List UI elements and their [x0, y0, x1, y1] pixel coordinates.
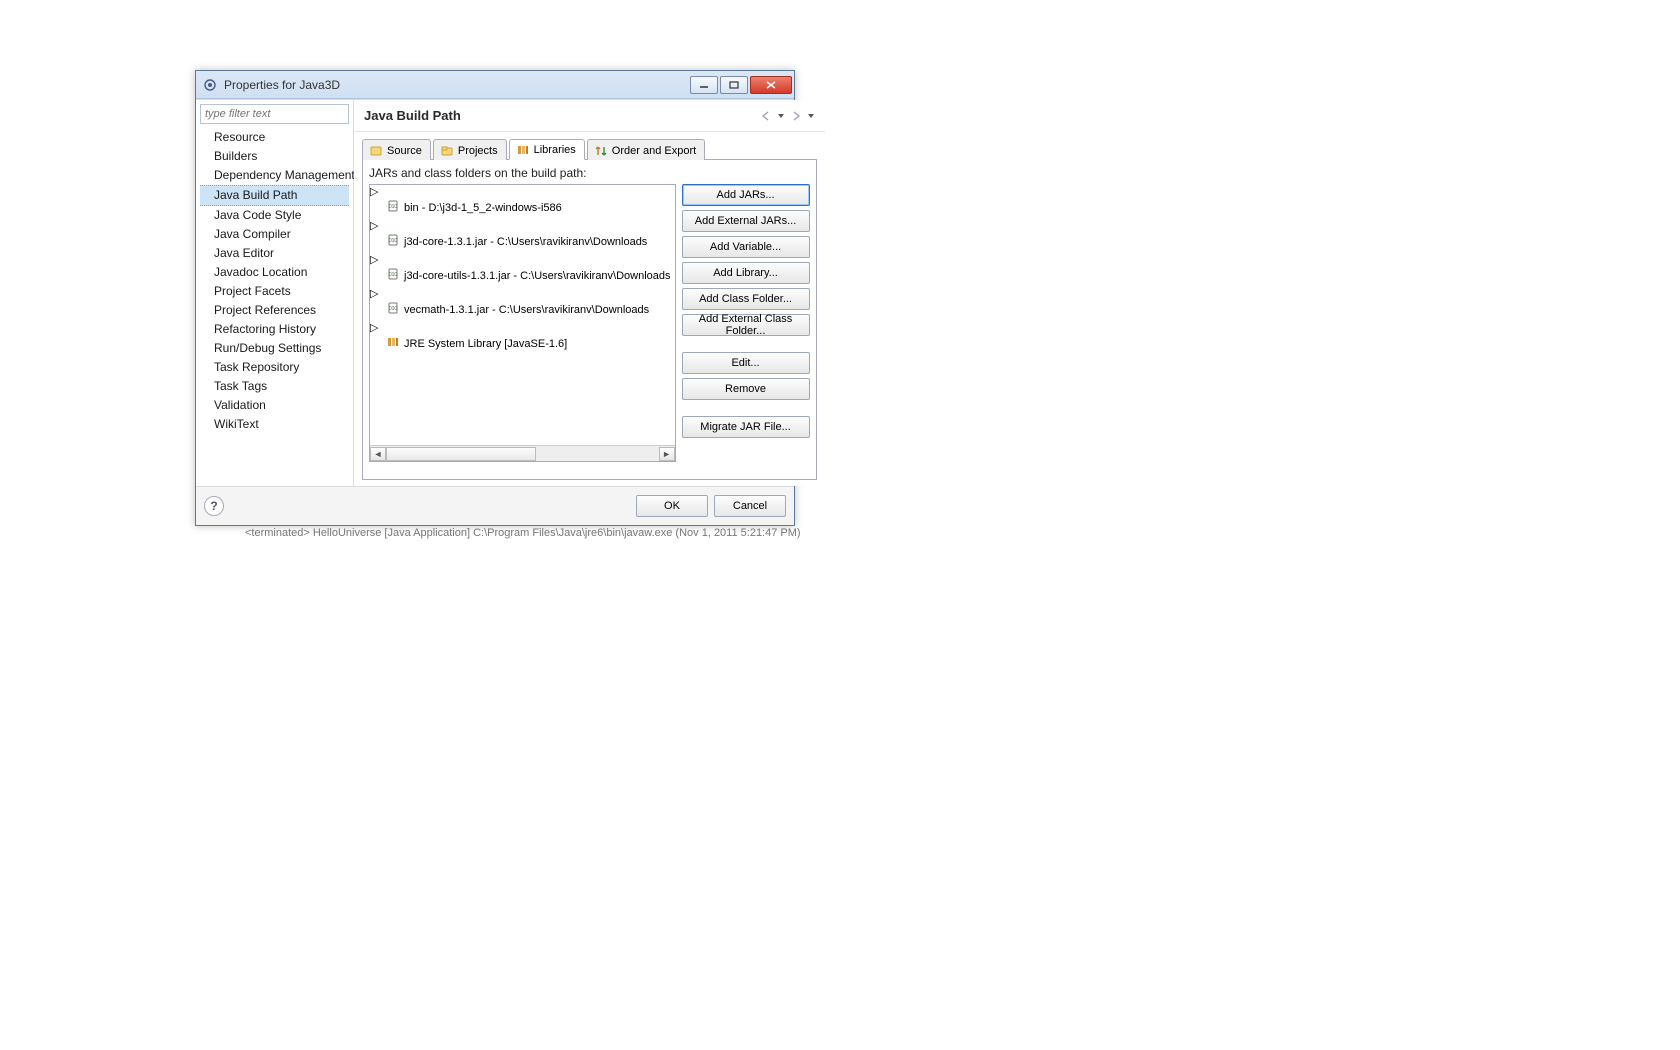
add-class-folder-button[interactable]: Add Class Folder... [682, 288, 810, 310]
page-title: Java Build Path [364, 108, 461, 123]
libraries-tab-body: JARs and class folders on the build path… [362, 160, 817, 480]
sidebar-item-project-references[interactable]: Project References [200, 301, 349, 320]
library-entry-label: j3d-core-1.3.1.jar - C:\Users\ravikiranv… [404, 235, 647, 250]
svg-text:010: 010 [389, 204, 398, 210]
expand-icon[interactable]: ▷ [370, 288, 378, 300]
sidebar-item-builders[interactable]: Builders [200, 147, 349, 166]
nav-arrows [759, 109, 815, 123]
add-external-class-folder-button[interactable]: Add External Class Folder... [682, 314, 810, 336]
tab-label: Source [387, 145, 422, 157]
tab-source[interactable]: Source [362, 139, 431, 160]
libraries-list[interactable]: ▷ 010 bin - D:\j3d-1_5_2-windows-i586 ▷ 010 j… [369, 184, 676, 462]
titlebar[interactable]: Properties for Java3D [196, 71, 794, 99]
library-entry[interactable]: 010 j3d-core-utils-1.3.1.jar - C:\Users\r… [370, 266, 675, 287]
sidebar-item-java-build-path[interactable]: Java Build Path [200, 185, 349, 206]
projects-icon [440, 144, 454, 158]
console-status: <terminated> HelloUniverse [Java Applica… [245, 527, 801, 539]
ok-button[interactable]: OK [636, 495, 708, 517]
list-label: JARs and class folders on the build path… [369, 166, 810, 180]
sidebar-item-validation[interactable]: Validation [200, 396, 349, 415]
main-header: Java Build Path [354, 100, 825, 132]
expand-icon[interactable]: ▷ [370, 254, 378, 266]
forward-icon[interactable] [789, 109, 803, 123]
scroll-thumb[interactable] [386, 447, 536, 461]
sidebar-item-refactoring-history[interactable]: Refactoring History [200, 320, 349, 339]
scroll-right-icon[interactable]: ► [659, 447, 675, 461]
window-controls [690, 76, 792, 94]
library-entry-label: j3d-core-utils-1.3.1.jar - C:\Users\ravi… [404, 269, 671, 284]
minimize-button[interactable] [690, 76, 718, 94]
remove-button[interactable]: Remove [682, 378, 810, 400]
libraries-icon [516, 143, 530, 157]
library-icon [386, 335, 400, 354]
window-title: Properties for Java3D [224, 78, 690, 92]
sidebar-item-dependency-management[interactable]: Dependency Management [200, 166, 349, 185]
expand-icon[interactable]: ▷ [370, 220, 378, 232]
library-entry[interactable]: 010 bin - D:\j3d-1_5_2-windows-i586 [370, 198, 675, 219]
migrate-jar-button[interactable]: Migrate JAR File... [682, 416, 810, 438]
tab-order-and-export[interactable]: Order and Export [587, 139, 705, 160]
tab-bar: Source Projects Libraries Order and Export [362, 138, 817, 160]
sidebar-item-javadoc-location[interactable]: Javadoc Location [200, 263, 349, 282]
jar-icon: 010 [386, 233, 400, 252]
sidebar-item-wikitext[interactable]: WikiText [200, 415, 349, 434]
cancel-button[interactable]: Cancel [714, 495, 786, 517]
sidebar-item-task-tags[interactable]: Task Tags [200, 377, 349, 396]
library-entry[interactable]: 010 vecmath-1.3.1.jar - C:\Users\ravikira… [370, 300, 675, 321]
tab-projects[interactable]: Projects [433, 139, 507, 160]
dialog-body: ResourceBuildersDependency ManagementJav… [196, 99, 794, 486]
maximize-button[interactable] [720, 76, 748, 94]
sidebar-item-java-code-style[interactable]: Java Code Style [200, 206, 349, 225]
scroll-track[interactable] [386, 447, 659, 461]
add-external-jars-button[interactable]: Add External JARs... [682, 210, 810, 232]
filter-input[interactable] [200, 104, 349, 124]
sidebar-item-task-repository[interactable]: Task Repository [200, 358, 349, 377]
jar-icon: 010 [386, 267, 400, 286]
add-library-button[interactable]: Add Library... [682, 262, 810, 284]
horizontal-scrollbar[interactable]: ◄ ► [370, 445, 675, 461]
library-entry-label: bin - D:\j3d-1_5_2-windows-i586 [404, 201, 562, 216]
tab-label: Projects [458, 145, 498, 157]
app-icon [202, 77, 218, 93]
back-icon[interactable] [759, 109, 773, 123]
expand-icon[interactable]: ▷ [370, 322, 378, 334]
help-button[interactable]: ? [204, 496, 224, 516]
sidebar: ResourceBuildersDependency ManagementJav… [196, 100, 354, 486]
content-panel: SourceProjectsLibrariesOrder and Export … [354, 132, 825, 486]
sidebar-item-resource[interactable]: Resource [200, 128, 349, 147]
source-icon [369, 144, 383, 158]
main-panel: Java Build Path Sou [354, 100, 825, 486]
sidebar-item-project-facets[interactable]: Project Facets [200, 282, 349, 301]
jar-icon: 010 [386, 301, 400, 320]
library-entry[interactable]: 010 j3d-core-1.3.1.jar - C:\Users\ravikir… [370, 232, 675, 253]
button-column: Add JARs... Add External JARs... Add Var… [682, 184, 810, 462]
footer-buttons: OK Cancel [636, 495, 786, 517]
sidebar-item-java-editor[interactable]: Java Editor [200, 244, 349, 263]
close-button[interactable] [750, 76, 792, 94]
dialog-footer: ? OK Cancel [196, 486, 794, 525]
jar-icon: 010 [386, 199, 400, 218]
sidebar-item-run-debug-settings[interactable]: Run/Debug Settings [200, 339, 349, 358]
sidebar-item-java-compiler[interactable]: Java Compiler [200, 225, 349, 244]
tab-label: Order and Export [612, 145, 696, 157]
edit-button[interactable]: Edit... [682, 352, 810, 374]
add-variable-button[interactable]: Add Variable... [682, 236, 810, 258]
forward-menu-icon[interactable] [807, 109, 815, 123]
scroll-left-icon[interactable]: ◄ [370, 447, 386, 461]
nav-list: ResourceBuildersDependency ManagementJav… [200, 128, 349, 434]
back-menu-icon[interactable] [777, 109, 785, 123]
add-jars-button[interactable]: Add JARs... [682, 184, 810, 206]
order-icon [594, 144, 608, 158]
svg-text:010: 010 [389, 272, 398, 278]
expand-icon[interactable]: ▷ [370, 186, 378, 198]
tab-label: Libraries [534, 144, 576, 156]
tab-libraries[interactable]: Libraries [509, 139, 585, 160]
library-entry[interactable]: JRE System Library [JavaSE-1.6] [370, 334, 675, 355]
svg-text:010: 010 [389, 306, 398, 312]
svg-text:010: 010 [389, 238, 398, 244]
libraries-row: ▷ 010 bin - D:\j3d-1_5_2-windows-i586 ▷ 010 j… [369, 184, 810, 462]
properties-dialog: Properties for Java3D ResourceBuildersDe… [195, 70, 795, 526]
library-entry-label: vecmath-1.3.1.jar - C:\Users\ravikiranv\… [404, 303, 649, 318]
library-entry-label: JRE System Library [JavaSE-1.6] [404, 337, 567, 352]
